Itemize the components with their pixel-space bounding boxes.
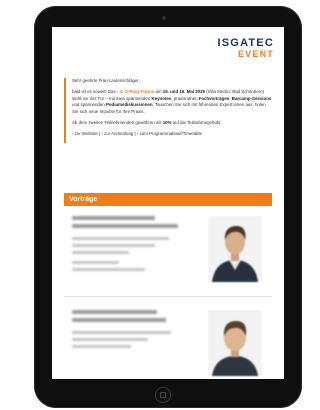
logo-sub-text: EVENT [237,49,274,59]
logo-main-text: ISGATEC [217,37,274,49]
intro-paragraph: bald ist es soweit! Das › 4. O-Ring-Foru… [72,89,272,115]
camera-icon [162,16,166,20]
event-name[interactable]: › 4. O-Ring-Forum [117,89,154,94]
fachvortraege-text: Fachvorträgen [198,95,230,101]
speaker-portrait-image [208,310,262,376]
speaker-info-blurred [72,216,190,275]
discount-percent: 10% [162,120,172,126]
speaker-card[interactable] [64,210,272,292]
keynotes-text: Keynotes [151,95,172,101]
intro-text: und spannenden [72,102,106,108]
event-dates: 15. und 16. Mai 2025 [162,89,206,95]
discount-text: Ab dem zweiten Teilnehmenden gewähren wi… [72,120,163,126]
greeting: Sehr geehrte Frau Lautenschläger, [72,78,140,83]
link-row[interactable]: › zur Website | › zur Anmeldung | › zum … [72,131,272,137]
home-button[interactable] [155,387,171,403]
speaker-portrait-image [208,216,262,282]
isgatec-event-logo: ISGATEC EVENT [217,37,274,60]
discount-text: auf die Teilnahmegebühr. [171,120,222,126]
intro-text: bald ist es soweit! Das [72,89,117,95]
tablet-frame: ISGATEC EVENT Sehr geehrte Frau Lautensc… [34,6,302,408]
speaker-info-blurred [72,310,190,352]
intro-text: , praxisnahen [171,95,199,101]
speaker-divider [64,296,272,297]
section-header-vortraege: Vorträge [64,193,272,206]
home-square-icon [160,392,166,398]
podium-text: Podiumsdiskussionen [105,102,153,108]
email-screen: ISGATEC EVENT Sehr geehrte Frau Lautensc… [52,27,284,379]
speaker-card[interactable] [64,304,272,379]
intro-text: am [154,89,163,95]
intro-block: Sehr geehrte Frau Lautenschläger, bald i… [64,78,272,143]
barcamp-text: Barcamp-Sessions [231,95,272,101]
discount-paragraph: Ab dem zweiten Teilnehmenden gewähren wi… [72,120,272,126]
